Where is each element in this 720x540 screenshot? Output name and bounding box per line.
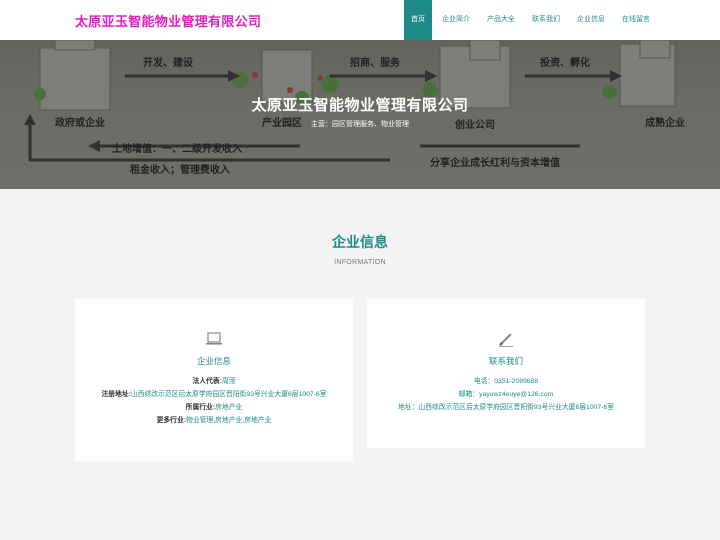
company-info-title: 企业信息 <box>196 356 231 366</box>
section-title: 企业信息 <box>332 234 388 250</box>
info-value: 山西综改示范区后太原学府园区晋阳街93号兴业大厦6层1007-6室 <box>130 391 327 398</box>
info-label: 注册地址: <box>101 391 131 398</box>
contact-value: 山西综改示范区后太原学府园区晋阳街93号兴业大厦6层1007-6室 <box>418 404 615 411</box>
contact-value: 0351-2089688 <box>494 378 539 385</box>
nav-item-about[interactable]: 企业简介 <box>435 0 477 40</box>
contact-card: 联系我们 电话：0351-2089688 邮箱：yayuwz4euye@126.… <box>367 299 645 448</box>
hero-banner: 开发、建设 招商、服务 投资、孵化 政府或企业 产业园区 创业公司 成熟企业 土… <box>0 40 720 189</box>
contact-label: 邮箱： <box>458 391 480 398</box>
info-label: 更多行业: <box>156 417 187 424</box>
company-info-card: 企业信息 法人代表:周滢 注册地址:山西综改示范区后太原学府园区晋阳街93号兴业… <box>75 299 353 461</box>
contact-title: 联系我们 <box>488 356 523 366</box>
contact-row-email: 邮箱：yayuwz4euye@126.com <box>367 388 645 401</box>
site-logo[interactable]: 太原亚玉智能物业管理有限公司 <box>75 11 261 30</box>
top-header: 太原亚玉智能物业管理有限公司 首页 企业简介 产品大全 联系我们 企业信息 在线… <box>0 0 720 40</box>
nav-item-message[interactable]: 在线留言 <box>615 0 657 40</box>
nav-item-products[interactable]: 产品大全 <box>480 0 522 40</box>
contact-row-address: 地址：山西综改示范区后太原学府园区晋阳街93号兴业大厦6层1007-6室 <box>367 401 645 414</box>
info-row-more-industry: 更多行业:物业管理,房地产业,房地产业 <box>75 414 353 427</box>
info-row-industry: 所属行业:房地产业 <box>75 401 353 414</box>
company-info-rows: 法人代表:周滢 注册地址:山西综改示范区后太原学府园区晋阳街93号兴业大厦6层1… <box>75 375 353 427</box>
info-value: 房地产业 <box>215 404 243 411</box>
nav-item-home[interactable]: 首页 <box>404 0 432 40</box>
info-row-address: 注册地址:山西综改示范区后太原学府园区晋阳街93号兴业大厦6层1007-6室 <box>75 388 353 401</box>
main-nav: 首页 企业简介 产品大全 联系我们 企业信息 在线留言 <box>404 0 660 40</box>
pencil-icon <box>499 333 513 347</box>
contact-row-phone: 电话：0351-2089688 <box>367 375 645 388</box>
info-value: 周滢 <box>221 378 236 385</box>
hero-title: 太原亚玉智能物业管理有限公司 <box>251 97 469 114</box>
contact-value[interactable]: yayuwz4euye@126.com <box>479 391 553 398</box>
contact-label: 地址： <box>397 404 419 411</box>
info-label: 法人代表: <box>192 378 222 385</box>
info-row-legal-rep: 法人代表:周滢 <box>75 375 353 388</box>
section-subtitle: INFORMATION <box>334 259 386 266</box>
contact-label: 电话： <box>473 378 495 385</box>
laptop-icon <box>206 332 222 345</box>
contact-rows: 电话：0351-2089688 邮箱：yayuwz4euye@126.com 地… <box>367 375 645 414</box>
hero-subtitle: 主营：园区管理服务、物业管理 <box>311 121 409 128</box>
info-value: 物业管理,房地产业,房地产业 <box>186 417 272 424</box>
info-label: 所属行业: <box>185 404 216 411</box>
nav-item-company-info[interactable]: 企业信息 <box>570 0 612 40</box>
nav-item-contact[interactable]: 联系我们 <box>525 0 567 40</box>
